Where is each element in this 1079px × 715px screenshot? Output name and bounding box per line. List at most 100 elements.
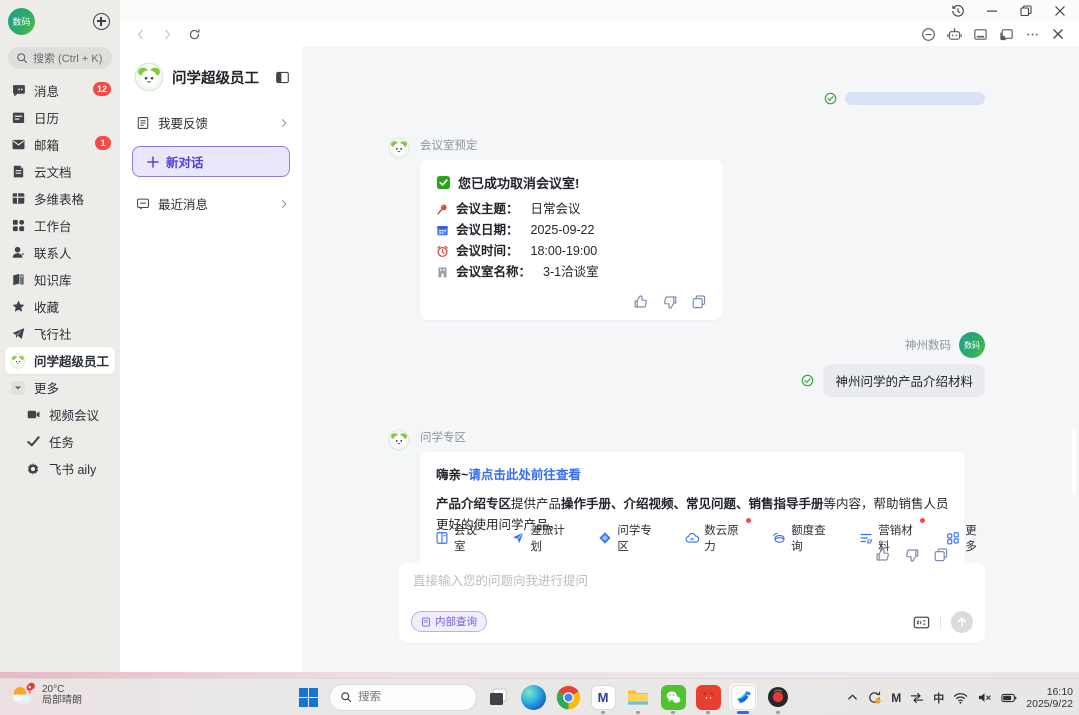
row-label: 会议时间： (456, 241, 519, 262)
sidebar-item-clouddocs[interactable]: 云文档 (5, 158, 115, 185)
collapse-panel-icon[interactable] (275, 70, 290, 85)
thumbs-up-icon[interactable] (633, 294, 649, 310)
chip-quota-query[interactable]: 额度查询 (772, 522, 832, 554)
weather-icon (10, 682, 36, 708)
sidebar-item-base[interactable]: 多维表格 (5, 185, 115, 212)
volume-muted-icon[interactable] (977, 691, 992, 704)
thumbs-down-icon[interactable] (662, 294, 678, 310)
edge-icon[interactable] (519, 683, 547, 711)
blue-calendar-icon (436, 224, 449, 237)
battery-icon[interactable] (1001, 693, 1017, 703)
sync-tray-icon[interactable] (867, 690, 882, 705)
ime-indicator[interactable]: 中 (933, 690, 944, 706)
row-value: 3-1洽谈室 (543, 262, 599, 283)
tab-layout-icon[interactable] (999, 27, 1014, 42)
history-icon[interactable] (951, 4, 965, 18)
unread-badge: 12 (93, 82, 111, 96)
message-input-box: 内部查询 (399, 563, 985, 643)
message-input[interactable] (413, 574, 971, 588)
feedback-doc-icon (136, 116, 150, 130)
sidebar-item-aily[interactable]: 飞书 aily (5, 455, 115, 482)
bot-avatar[interactable] (388, 429, 410, 451)
sidebar-item-more[interactable]: 更多 (5, 374, 115, 401)
sidebar-item-label: 飞书 aily (49, 459, 96, 478)
sidebar-item-calendar[interactable]: 日历 (5, 104, 115, 131)
weather-widget[interactable]: 20°C 局部晴朗 (10, 682, 82, 708)
video-window-icon[interactable] (973, 27, 988, 42)
meeting-room-icon (436, 266, 449, 279)
sidebar-item-knowledge[interactable]: 知识库 (5, 266, 115, 293)
taskbar-clock[interactable]: 16:10 2025/9/22 (1026, 686, 1073, 710)
active-indicator (737, 711, 749, 714)
chip-meeting-room[interactable]: 会议室 (435, 522, 484, 554)
recorder-app-icon[interactable] (764, 683, 792, 711)
start-button[interactable] (294, 683, 322, 711)
search-icon (16, 52, 28, 64)
close-window-button[interactable] (1053, 4, 1067, 18)
forward-icon[interactable] (161, 28, 174, 41)
sidebar-item-tasks[interactable]: 任务 (5, 428, 115, 455)
base-table-icon (10, 191, 26, 207)
agent-panel: 问学超级员工 我要反馈 新对话 最近消息 (120, 46, 302, 672)
sidebar-item-mail[interactable]: 邮箱 1 (5, 131, 115, 158)
robot-icon[interactable] (947, 27, 962, 42)
m-tray-icon[interactable]: M (891, 691, 901, 705)
chat-scrollbar[interactable] (1072, 430, 1076, 494)
message-skeleton (845, 92, 985, 105)
more-icon[interactable] (1025, 27, 1040, 42)
file-explorer-icon[interactable] (624, 683, 652, 711)
restore-button[interactable] (1019, 4, 1033, 18)
taskbar-search[interactable] (329, 684, 477, 711)
sidebar-item-label: 任务 (49, 432, 74, 451)
chip-wenxue-zone[interactable]: 问学专区 (598, 522, 658, 554)
send-button[interactable] (951, 611, 973, 633)
back-icon[interactable] (134, 28, 147, 41)
sidebar-item-wenxue-agent[interactable]: 问学超级员工 (5, 347, 115, 374)
user-avatar[interactable]: 数码 (8, 8, 35, 35)
chip-travel-plan[interactable]: 差旅计划 (511, 522, 571, 554)
emoji-bubble-icon[interactable] (921, 27, 936, 42)
bot-message-meeting: 会议室预定 您已成功取消会议室! 会议主题： 日常会议 (388, 137, 985, 320)
wifi-icon[interactable] (953, 692, 968, 704)
new-chat-button[interactable]: 新对话 (132, 146, 290, 177)
shortcut-keyboard-icon[interactable] (913, 615, 930, 630)
user-avatar[interactable]: 数码 (959, 332, 985, 358)
taskbar-search-input[interactable] (358, 691, 458, 703)
copy-icon[interactable] (691, 294, 707, 310)
recent-messages-item[interactable]: 最近消息 (120, 185, 302, 222)
sidebar-item-video-meeting[interactable]: 视频会议 (5, 401, 115, 428)
chip-shuyun[interactable]: 数云原力 (685, 522, 745, 554)
network-transfer-icon[interactable] (910, 692, 924, 704)
row-label: 会议主题： (456, 199, 519, 220)
task-view-button[interactable] (484, 683, 512, 711)
red-cat-app-icon[interactable] (694, 683, 722, 711)
sidebar-item-workbench[interactable]: 工作台 (5, 212, 115, 239)
chip-more[interactable]: 更多 (946, 522, 985, 554)
app-sidebar: 数码 搜索 (Ctrl + K) 消息 12 日历 邮箱 1 (0, 0, 120, 672)
refresh-icon[interactable] (188, 28, 201, 41)
card-title-text: 您已成功取消会议室! (458, 173, 579, 192)
close-chat-icon[interactable] (1051, 27, 1065, 41)
bot-avatar[interactable] (388, 137, 410, 159)
wechat-icon[interactable] (659, 683, 687, 711)
sidebar-item-favorites[interactable]: 收藏 (5, 293, 115, 320)
sidebar-item-messages[interactable]: 消息 12 (5, 77, 115, 104)
grid-more-icon (946, 531, 960, 545)
global-search-input[interactable]: 搜索 (Ctrl + K) (8, 47, 112, 69)
chip-marketing-material[interactable]: 营销材料 (859, 522, 919, 554)
go-view-link[interactable]: 请点击此处前往查看 (468, 468, 581, 482)
m-app-icon[interactable]: M (589, 683, 617, 711)
chrome-icon[interactable] (554, 683, 582, 711)
body-segment: 产品介绍专区 (436, 497, 511, 511)
tray-expand-icon[interactable] (847, 692, 858, 703)
sidebar-item-contacts[interactable]: 联系人 (5, 239, 115, 266)
internal-query-chip[interactable]: 内部查询 (411, 611, 487, 632)
clock-date: 2025/9/22 (1026, 698, 1073, 710)
feishu-icon-active[interactable] (729, 683, 757, 711)
chevron-right-icon (278, 198, 290, 210)
add-icon[interactable] (93, 13, 110, 30)
workbench-grid-icon (10, 218, 26, 234)
sidebar-item-flyclub[interactable]: 飞行社 (5, 320, 115, 347)
minimize-button[interactable] (985, 4, 999, 18)
feedback-item[interactable]: 我要反馈 (120, 104, 302, 141)
